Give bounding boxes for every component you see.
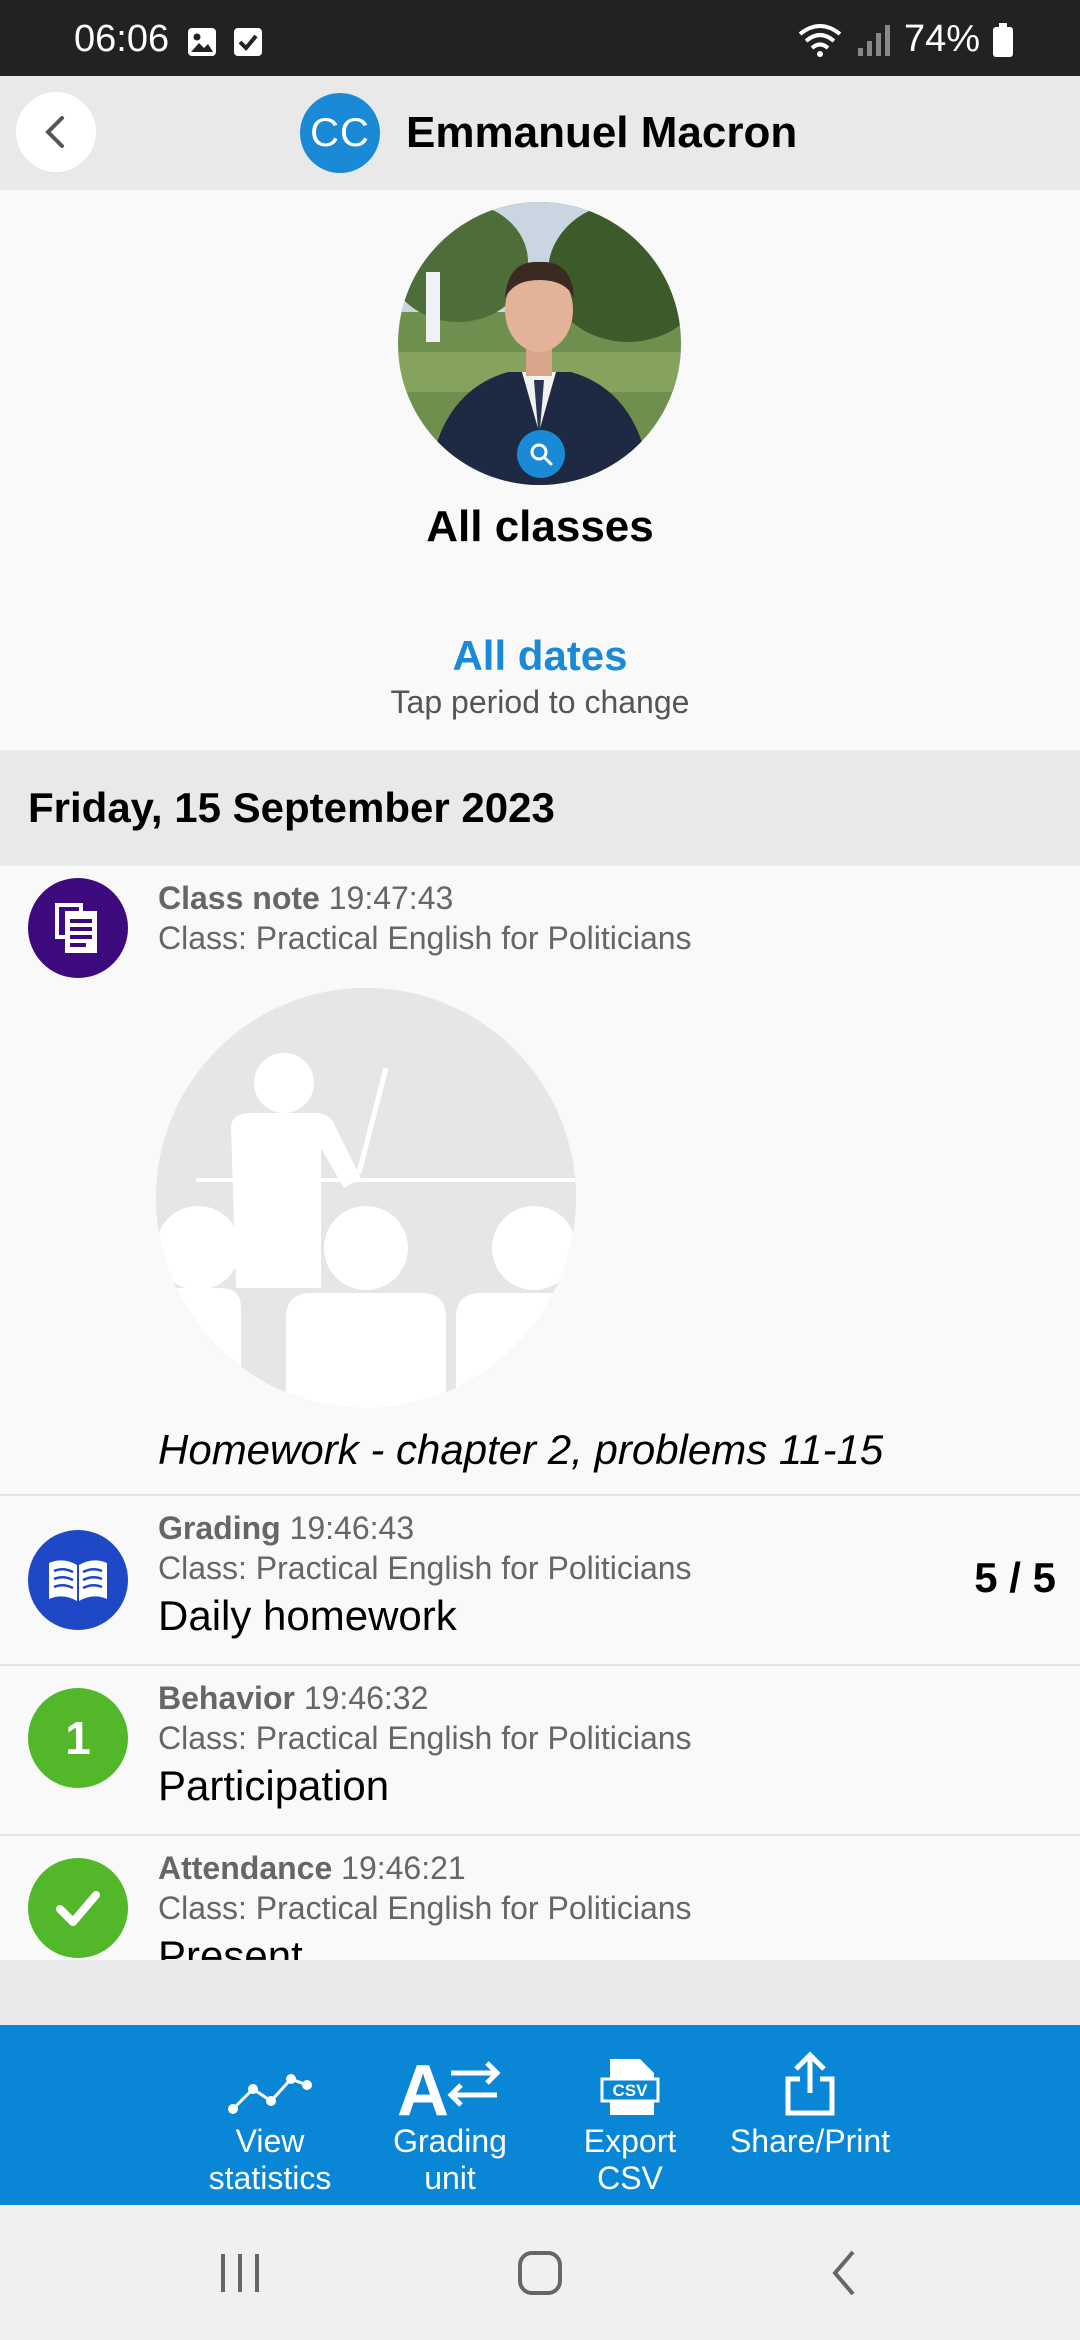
date-period-selector[interactable]: All dates [0, 632, 1080, 680]
csv-icon-text: CSV [613, 2081, 649, 2100]
date-period-hint: Tap period to change [390, 684, 690, 720]
home-icon [518, 2251, 562, 2295]
day-date: Friday, 15 September 2023 [28, 784, 555, 831]
entry-time: 19:46:43 [289, 1510, 415, 1546]
entry-time: 19:46:32 [303, 1680, 429, 1716]
entry-time: 19:47:43 [328, 880, 454, 916]
line-chart-icon [228, 2074, 312, 2114]
signal-icon [857, 24, 890, 56]
entry-class: Class: Practical English for Politicians [158, 1890, 692, 1926]
view-statistics-button[interactable]: View statistics [190, 2025, 350, 2205]
book-icon [28, 1530, 128, 1630]
app-header: CC Emmanuel Macron [0, 76, 1080, 190]
note-text: Homework - chapter 2, problems 11-15 [158, 1426, 884, 1473]
wifi-icon [798, 23, 842, 57]
grading-unit-label-1: Grading [393, 2123, 507, 2159]
grading-unit-label-2: unit [424, 2160, 476, 2196]
status-time: 06:06 [74, 18, 170, 60]
entry-class: Class: Practical English for Politicians [158, 1720, 692, 1756]
export-csv-button[interactable]: CSV Export CSV [560, 2025, 700, 2205]
page-title: Emmanuel Macron [406, 108, 798, 157]
recent-apps-icon [221, 2254, 259, 2292]
recent-apps-button[interactable] [200, 2240, 280, 2306]
export-csv-label-2: CSV [597, 2160, 663, 2196]
image-notification-icon [188, 28, 216, 56]
entry-list: Class note 19:47:43 Class: Practical Eng… [0, 866, 1080, 1960]
day-header: Friday, 15 September 2023 [0, 750, 1080, 866]
entry-class: Class: Practical English for Politicians [158, 1550, 692, 1586]
entry-value: Present [158, 1932, 303, 1960]
entry-class: Class: Practical English for Politicians [158, 920, 692, 956]
grade-score: 5 / 5 [974, 1554, 1056, 1601]
csv-file-icon: CSV [600, 2059, 660, 2115]
export-csv-label-1: Export [583, 2123, 677, 2159]
home-button[interactable] [500, 2240, 580, 2306]
list-item[interactable]: Class note 19:47:43 Class: Practical Eng… [0, 866, 1080, 1496]
notification-icons [186, 26, 264, 58]
entry-header: Attendance 19:46:21 [158, 1850, 466, 1887]
entry-type: Grading [158, 1510, 281, 1546]
student-title: CC Emmanuel Macron [300, 91, 797, 175]
entry-value: Participation [158, 1762, 390, 1809]
status-bar: 06:06 74% [0, 0, 1080, 76]
system-icons: 74% [796, 18, 1014, 61]
entry-value: Daily homework [158, 1592, 457, 1639]
view-statistics-label-1: View [235, 2123, 305, 2159]
back-button[interactable] [16, 92, 96, 172]
back-icon [832, 2250, 855, 2296]
search-icon [530, 443, 553, 466]
check-icon [28, 1858, 128, 1958]
share-icon [785, 2051, 835, 2116]
bottom-toolbar: View statistics A Grading unit CSV Expor… [0, 2025, 1080, 2205]
share-print-button[interactable]: Share/Print [720, 2025, 900, 2205]
battery-percent: 74% [903, 18, 980, 60]
entry-type: Class note [158, 880, 320, 916]
chevron-left-icon [45, 116, 64, 148]
classroom-illustration[interactable] [156, 988, 576, 1408]
initials-avatar: CC [300, 93, 380, 173]
checkbox-notification-icon [234, 28, 262, 56]
zoom-photo-button[interactable] [517, 430, 565, 478]
entry-header: Grading 19:46:43 [158, 1510, 414, 1547]
grading-unit-icon: A [397, 2053, 501, 2117]
behavior-points-badge: 1 [28, 1688, 128, 1788]
list-footer-band [0, 1960, 1080, 2025]
list-item[interactable]: Attendance 19:46:21 Class: Practical Eng… [0, 1836, 1080, 1960]
share-print-label: Share/Print [729, 2123, 891, 2159]
entry-header: Behavior 19:46:32 [158, 1680, 428, 1717]
list-item[interactable]: Grading 19:46:43 Class: Practical Englis… [0, 1496, 1080, 1666]
grading-unit-letter: A [397, 2053, 449, 2117]
entry-time: 19:46:21 [341, 1850, 466, 1886]
system-nav-bar [0, 2205, 1080, 2340]
view-statistics-label-2: statistics [208, 2160, 332, 2196]
entry-type: Attendance [158, 1850, 333, 1886]
class-note-icon [28, 878, 128, 978]
system-back-button[interactable] [805, 2240, 885, 2306]
battery-icon [993, 22, 1013, 57]
list-item[interactable]: 1 Behavior 19:46:32 Class: Practical Eng… [0, 1666, 1080, 1836]
grading-unit-button[interactable]: A Grading unit [375, 2025, 525, 2205]
entry-type: Behavior [158, 1680, 295, 1716]
class-filter[interactable]: All classes [0, 502, 1080, 552]
behavior-points: 1 [65, 1712, 91, 1764]
entry-header: Class note 19:47:43 [158, 880, 453, 917]
profile-section: All classes All dates Tap period to chan… [0, 190, 1080, 750]
